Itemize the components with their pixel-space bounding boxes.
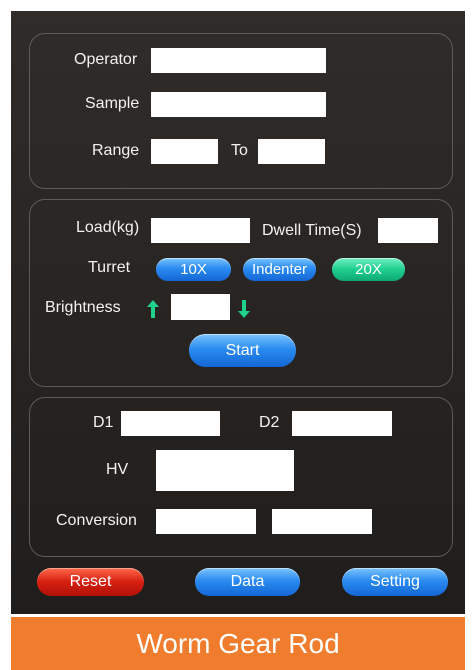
range-label: Range (92, 142, 140, 159)
dwell-time-field[interactable] (378, 218, 438, 243)
control-panel: Operator Sample Range To Load(kg) Dwell … (11, 11, 465, 614)
brightness-label: Brightness (45, 299, 121, 316)
dwell-time-label: Dwell Time(S) (262, 222, 362, 239)
sample-field[interactable] (151, 92, 326, 117)
d2-label: D2 (259, 414, 280, 431)
load-label: Load(kg) (76, 219, 140, 236)
turret-10x-button[interactable]: 10X (156, 258, 231, 281)
d1-field[interactable] (121, 411, 220, 436)
hv-label: HV (106, 461, 129, 478)
turret-label: Turret (88, 259, 131, 276)
turret-indenter-button[interactable]: Indenter (243, 258, 316, 281)
conversion-field-2[interactable] (272, 509, 372, 534)
start-button[interactable]: Start (189, 334, 296, 367)
arrow-up-icon[interactable] (147, 300, 159, 318)
d2-field[interactable] (292, 411, 392, 436)
load-field[interactable] (151, 218, 250, 243)
hv-field[interactable] (156, 450, 294, 491)
sample-label: Sample (85, 95, 140, 112)
range-to-field[interactable] (258, 139, 325, 164)
arrow-down-icon[interactable] (238, 300, 250, 318)
range-from-field[interactable] (151, 139, 218, 164)
operator-label: Operator (74, 51, 138, 68)
conversion-label: Conversion (56, 512, 137, 529)
product-title-banner: Worm Gear Rod (11, 617, 465, 670)
conversion-field-1[interactable] (156, 509, 256, 534)
setting-button[interactable]: Setting (342, 568, 448, 596)
reset-button[interactable]: Reset (37, 568, 144, 596)
data-button[interactable]: Data (195, 568, 300, 596)
d1-label: D1 (93, 414, 114, 431)
turret-20x-button[interactable]: 20X (332, 258, 405, 281)
range-to-label: To (231, 142, 248, 159)
brightness-field[interactable] (171, 294, 230, 320)
operator-field[interactable] (151, 48, 326, 73)
